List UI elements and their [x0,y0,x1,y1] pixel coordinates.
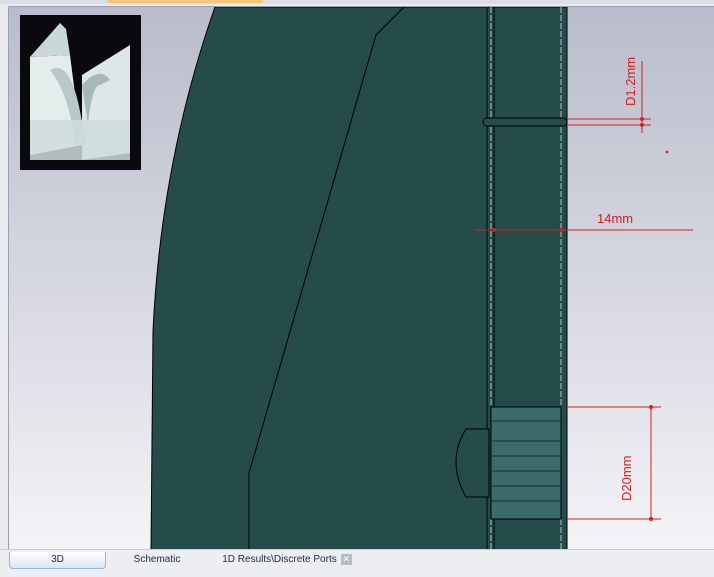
tab-1d-results-discrete-ports[interactable]: 1D Results\Discrete Ports ✕ [212,552,362,568]
tab-3d[interactable]: 3D [9,552,106,569]
port-dimension-label: D20mm [619,455,634,501]
view-tab-bar: 3D Schematic 1D Results\Discrete Ports ✕ [0,549,714,577]
port-block [490,406,562,520]
3d-viewport[interactable]: 14mm D1.2mm D20mm [8,6,714,551]
model-preview-thumbnail [20,15,141,170]
active-indicator [108,0,263,3]
tab-label: 3D [51,554,64,565]
hole-dimension-label: D1.2mm [623,57,638,106]
title-strip [0,0,714,4]
close-icon[interactable]: ✕ [340,553,352,565]
tab-schematic[interactable]: Schematic [118,552,196,568]
tab-label: Schematic [133,554,181,565]
hole-channel [482,117,568,127]
tab-label: 1D Results\Discrete Ports [222,554,337,565]
port-cap [455,428,490,498]
width-dimension-label: 14mm [597,211,633,226]
